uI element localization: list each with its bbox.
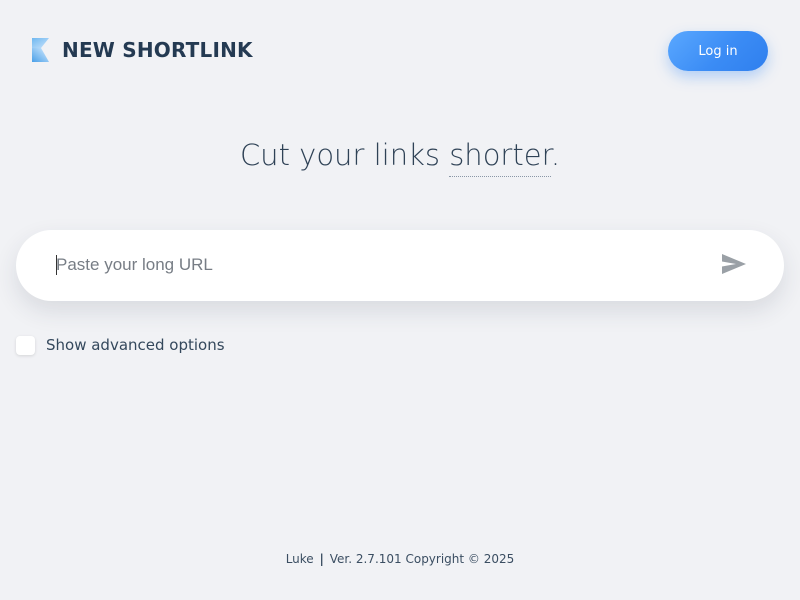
footer-author: Luke: [285, 552, 314, 566]
long-url-input[interactable]: [56, 250, 696, 280]
page-headline: Cut your links shorter.: [0, 138, 800, 177]
page: NEW SHORTLINK Log in Cut your links shor…: [0, 0, 800, 600]
header: NEW SHORTLINK Log in: [0, 0, 800, 100]
footer-separator: |: [319, 552, 324, 566]
brand-name: NEW SHORTLINK: [62, 38, 253, 62]
footer-version: Ver. 2.7.101 Copyright © 2025: [329, 552, 515, 566]
advanced-options-checkbox[interactable]: [16, 335, 35, 355]
shortlink-logo-icon: [32, 38, 49, 62]
brand[interactable]: NEW SHORTLINK: [32, 37, 253, 63]
advanced-options-label[interactable]: Show advanced options: [46, 336, 225, 354]
send-icon: [722, 254, 746, 274]
footer: Luke | Ver. 2.7.101 Copyright © 2025: [0, 552, 800, 566]
headline-period: .: [550, 138, 561, 172]
text-caret: [56, 255, 57, 275]
login-button[interactable]: Log in: [668, 31, 768, 71]
url-input-card: [16, 230, 784, 301]
headline-text: Cut your links: [239, 138, 450, 172]
shorten-submit-button[interactable]: [718, 252, 750, 278]
headline-underlined-word: shorter: [449, 138, 551, 177]
advanced-options-row[interactable]: Show advanced options: [16, 335, 225, 355]
